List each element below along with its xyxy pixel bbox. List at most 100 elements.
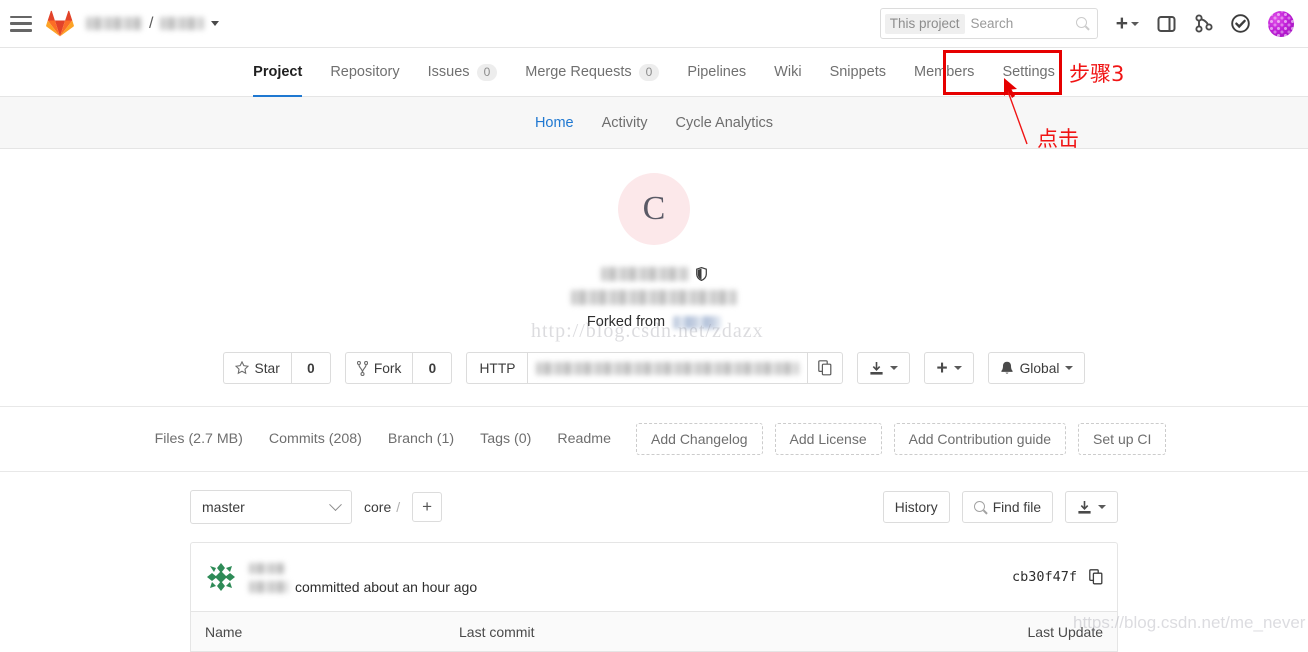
commit-message (249, 557, 477, 577)
find-file-label: Find file (992, 499, 1041, 515)
fork-count[interactable]: 0 (412, 352, 453, 384)
project-create-dropdown[interactable]: + (924, 352, 974, 384)
breadcrumb-group-name[interactable] (86, 17, 142, 30)
download-repository-dropdown[interactable] (1065, 491, 1118, 523)
top-bar-right-group: This project Search + (879, 8, 1294, 39)
star-button[interactable]: Star (222, 352, 291, 384)
plus-icon: + (1115, 12, 1128, 35)
commit-author-line: committed about an hour ago (249, 577, 477, 597)
merge-requests-icon[interactable] (1195, 14, 1213, 33)
project-name-row (0, 267, 1308, 281)
download-source-dropdown[interactable] (857, 352, 911, 384)
project-actions-row: Star 0 Fork 0 HTTP + Global (0, 352, 1308, 407)
chevron-down-icon[interactable] (211, 21, 220, 26)
branch-toolbar: master core / + History Find file (190, 490, 1118, 524)
new-item-dropdown[interactable]: + (1116, 13, 1139, 34)
stat-readme[interactable]: Readme (544, 431, 624, 447)
project-name (601, 267, 689, 281)
stat-branches[interactable]: Branch (1) (375, 431, 467, 447)
stat-files[interactable]: Files (2.7 MB) (142, 431, 256, 447)
commit-author[interactable] (249, 581, 289, 594)
subnav-item-cycle-analytics[interactable]: Cycle Analytics (676, 115, 774, 131)
forked-from-row: Forked from (0, 314, 1308, 330)
project-home-panel: C Forked from Star 0 Fork 0 HTTP + Globa… (0, 149, 1308, 472)
tab-project[interactable]: Project (239, 48, 316, 97)
fork-button[interactable]: Fork (344, 352, 413, 384)
search-placeholder[interactable]: Search (971, 16, 1076, 31)
branch-selector[interactable]: master (190, 490, 352, 524)
hamburger-menu-icon[interactable] (10, 15, 32, 32)
download-icon (870, 361, 884, 375)
project-description (0, 290, 1308, 305)
tab-wiki[interactable]: Wiki (760, 48, 815, 96)
add-changelog-button[interactable]: Add Changelog (636, 423, 763, 455)
breadcrumb-project-name[interactable] (160, 17, 205, 30)
set-up-ci-button[interactable]: Set up CI (1078, 423, 1167, 455)
search-icon (1075, 17, 1089, 30)
file-browser: master core / + History Find file commit… (0, 472, 1308, 652)
tab-label: Project (253, 64, 303, 80)
stat-tags[interactable]: Tags (0) (467, 431, 544, 447)
tab-issues[interactable]: Issues 0 (414, 48, 512, 96)
forked-from-label: Forked from (586, 314, 666, 330)
last-commit-card: committed about an hour ago cb30f47f (190, 542, 1118, 612)
tab-pipelines[interactable]: Pipelines (673, 48, 760, 96)
find-file-button[interactable]: Find file (961, 491, 1053, 523)
history-label: History (894, 499, 938, 515)
issues-count-badge: 0 (476, 63, 498, 81)
fork-icon (356, 360, 368, 376)
commit-time-label: committed about an hour ago (295, 579, 478, 595)
breadcrumb[interactable]: / (86, 14, 220, 33)
shield-icon (696, 267, 707, 281)
tab-label: Pipelines (687, 64, 747, 80)
bell-icon (1000, 361, 1013, 374)
add-contribution-guide-button[interactable]: Add Contribution guide (893, 423, 1067, 455)
chevron-down-icon (890, 366, 899, 370)
copy-clone-url-button[interactable] (807, 352, 844, 384)
chevron-down-icon (329, 497, 342, 511)
project-sub-navigation: Home Activity Cycle Analytics (0, 97, 1308, 149)
tab-label: Members (914, 64, 975, 80)
search-scope-badge[interactable]: This project (884, 13, 965, 34)
commit-sha[interactable]: cb30f47f (1012, 569, 1077, 585)
stat-commits[interactable]: Commits (208) (256, 431, 375, 447)
fork-button-group[interactable]: Fork 0 (344, 352, 453, 384)
add-to-repository-button[interactable]: + (412, 492, 443, 522)
file-path-breadcrumb: core / (364, 499, 400, 515)
download-icon (1078, 500, 1091, 514)
chevron-down-icon (1098, 505, 1106, 509)
tab-label: Wiki (774, 64, 802, 80)
search-icon (973, 500, 987, 514)
path-segment-core[interactable]: core (364, 499, 391, 515)
gitlab-logo-icon[interactable] (46, 10, 74, 37)
subnav-item-activity[interactable]: Activity (602, 115, 648, 131)
commit-sha-group: cb30f47f (1012, 569, 1103, 585)
star-count[interactable]: 0 (290, 352, 331, 384)
add-license-button[interactable]: Add License (774, 423, 882, 455)
history-button[interactable]: History (882, 491, 950, 523)
clone-url-field[interactable] (527, 352, 808, 384)
user-avatar[interactable] (1268, 10, 1294, 37)
step-annotation-label: 步骤3 (1069, 62, 1125, 86)
tab-members[interactable]: Members (900, 48, 988, 96)
clone-protocol-selector[interactable]: HTTP (466, 352, 528, 384)
search-input[interactable]: This project Search (879, 8, 1098, 39)
merge-requests-count-badge: 0 (638, 63, 660, 81)
subnav-item-home[interactable]: Home (535, 115, 574, 131)
tab-settings[interactable]: Settings (988, 48, 1068, 96)
tab-label: Issues (427, 64, 470, 80)
identicon-avatar (205, 561, 237, 593)
copy-icon[interactable] (1089, 569, 1103, 585)
star-button-group[interactable]: Star 0 (222, 352, 331, 384)
commit-details: committed about an hour ago (249, 557, 477, 598)
tab-repository[interactable]: Repository (316, 48, 413, 96)
tab-label: Merge Requests (525, 64, 632, 80)
tab-merge-requests[interactable]: Merge Requests 0 (511, 48, 673, 96)
project-stats-row: Files (2.7 MB) Commits (208) Branch (1) … (0, 407, 1308, 472)
forked-from-project-link[interactable] (673, 315, 722, 329)
issues-icon[interactable] (1157, 15, 1177, 33)
notification-setting-dropdown[interactable]: Global (987, 352, 1086, 384)
breadcrumb-separator: / (149, 14, 154, 32)
tab-snippets[interactable]: Snippets (816, 48, 900, 96)
todos-checkmark-icon[interactable] (1231, 14, 1250, 33)
